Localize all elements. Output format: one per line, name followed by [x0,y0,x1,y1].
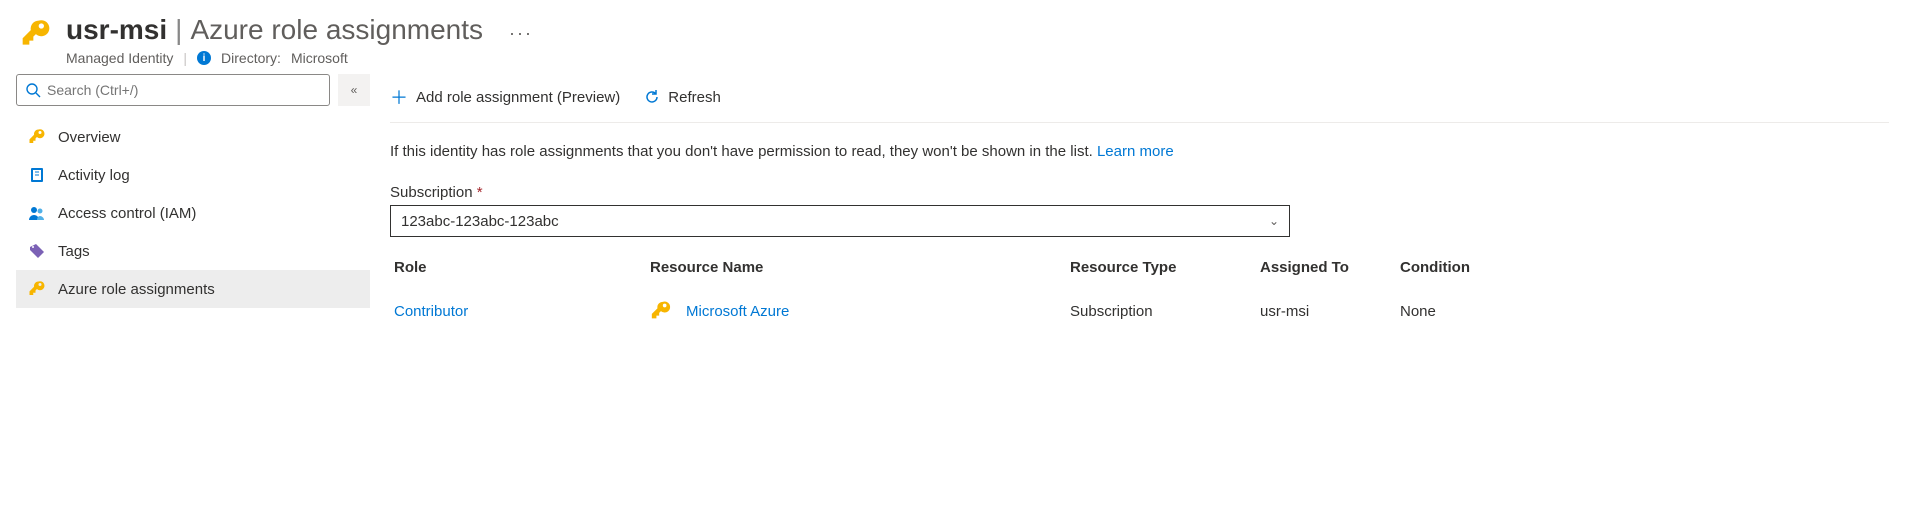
table-header: Role Resource Name Resource Type Assigne… [390,251,1889,284]
directory-value: Microsoft [291,50,348,66]
permission-notice: If this identity has role assignments th… [390,143,1889,160]
search-input[interactable] [47,82,321,98]
tag-icon [28,242,46,260]
learn-more-link[interactable]: Learn more [1097,143,1174,160]
resource-name: usr-msi [66,14,167,46]
info-icon: i [197,51,211,65]
toolbar: ＋ Add role assignment (Preview) Refresh [390,74,1889,123]
people-icon [28,204,46,222]
main-content: ＋ Add role assignment (Preview) Refresh … [370,74,1909,338]
refresh-icon [644,89,660,105]
sidebar-item-access-control[interactable]: Access control (IAM) [16,194,370,232]
collapse-sidebar-button[interactable]: « [338,74,370,106]
table-row[interactable]: Contributor Microsoft Azure Subscription… [390,284,1889,338]
key-icon [20,18,52,50]
assigned-to-cell: usr-msi [1260,303,1400,320]
subscription-label: Subscription * [390,184,1889,201]
refresh-button[interactable]: Refresh [644,89,721,106]
plus-icon: ＋ [390,84,408,110]
add-label: Add role assignment (Preview) [416,89,620,106]
sidebar-item-label: Tags [58,243,90,260]
sidebar-item-label: Overview [58,129,121,146]
sidebar-item-label: Azure role assignments [58,281,215,298]
sidebar-item-activity-log[interactable]: Activity log [16,156,370,194]
chevron-down-icon: ⌄ [1269,214,1279,228]
role-link[interactable]: Contributor [390,303,650,320]
sidebar-item-azure-role-assignments[interactable]: Azure role assignments [16,270,370,308]
col-header-resource-type: Resource Type [1070,259,1260,276]
required-asterisk: * [477,184,483,201]
page-title: Azure role assignments [190,14,483,46]
add-role-assignment-button[interactable]: ＋ Add role assignment (Preview) [390,84,620,110]
col-header-assigned-to: Assigned To [1260,259,1400,276]
col-header-condition: Condition [1400,259,1520,276]
sidebar: « Overview Activity log Access control (… [0,74,370,338]
title-separator: | [175,14,182,46]
subscription-dropdown[interactable]: 123abc-123abc-123abc ⌄ [390,205,1290,237]
directory-label: Directory: [221,50,281,66]
role-assignments-table: Role Resource Name Resource Type Assigne… [390,251,1889,338]
more-button[interactable]: ··· [509,23,533,44]
resource-type-cell: Subscription [1070,303,1260,320]
key-icon [28,128,46,146]
col-header-resource-name: Resource Name [650,259,1070,276]
subtitle-separator: | [183,50,187,66]
sidebar-item-overview[interactable]: Overview [16,118,370,156]
log-icon [28,166,46,184]
search-icon [25,82,41,98]
resource-name-link[interactable]: Microsoft Azure [686,303,789,320]
resource-type-label: Managed Identity [66,50,173,66]
sidebar-search[interactable] [16,74,330,106]
key-icon [650,300,672,322]
subscription-value: 123abc-123abc-123abc [401,213,559,230]
refresh-label: Refresh [668,89,721,106]
col-header-role: Role [390,259,650,276]
condition-cell: None [1400,303,1520,320]
sidebar-item-tags[interactable]: Tags [16,232,370,270]
sidebar-item-label: Access control (IAM) [58,205,196,222]
sidebar-item-label: Activity log [58,167,130,184]
key-icon [28,280,46,298]
page-header: usr-msi | Azure role assignments ··· Man… [0,0,1909,74]
